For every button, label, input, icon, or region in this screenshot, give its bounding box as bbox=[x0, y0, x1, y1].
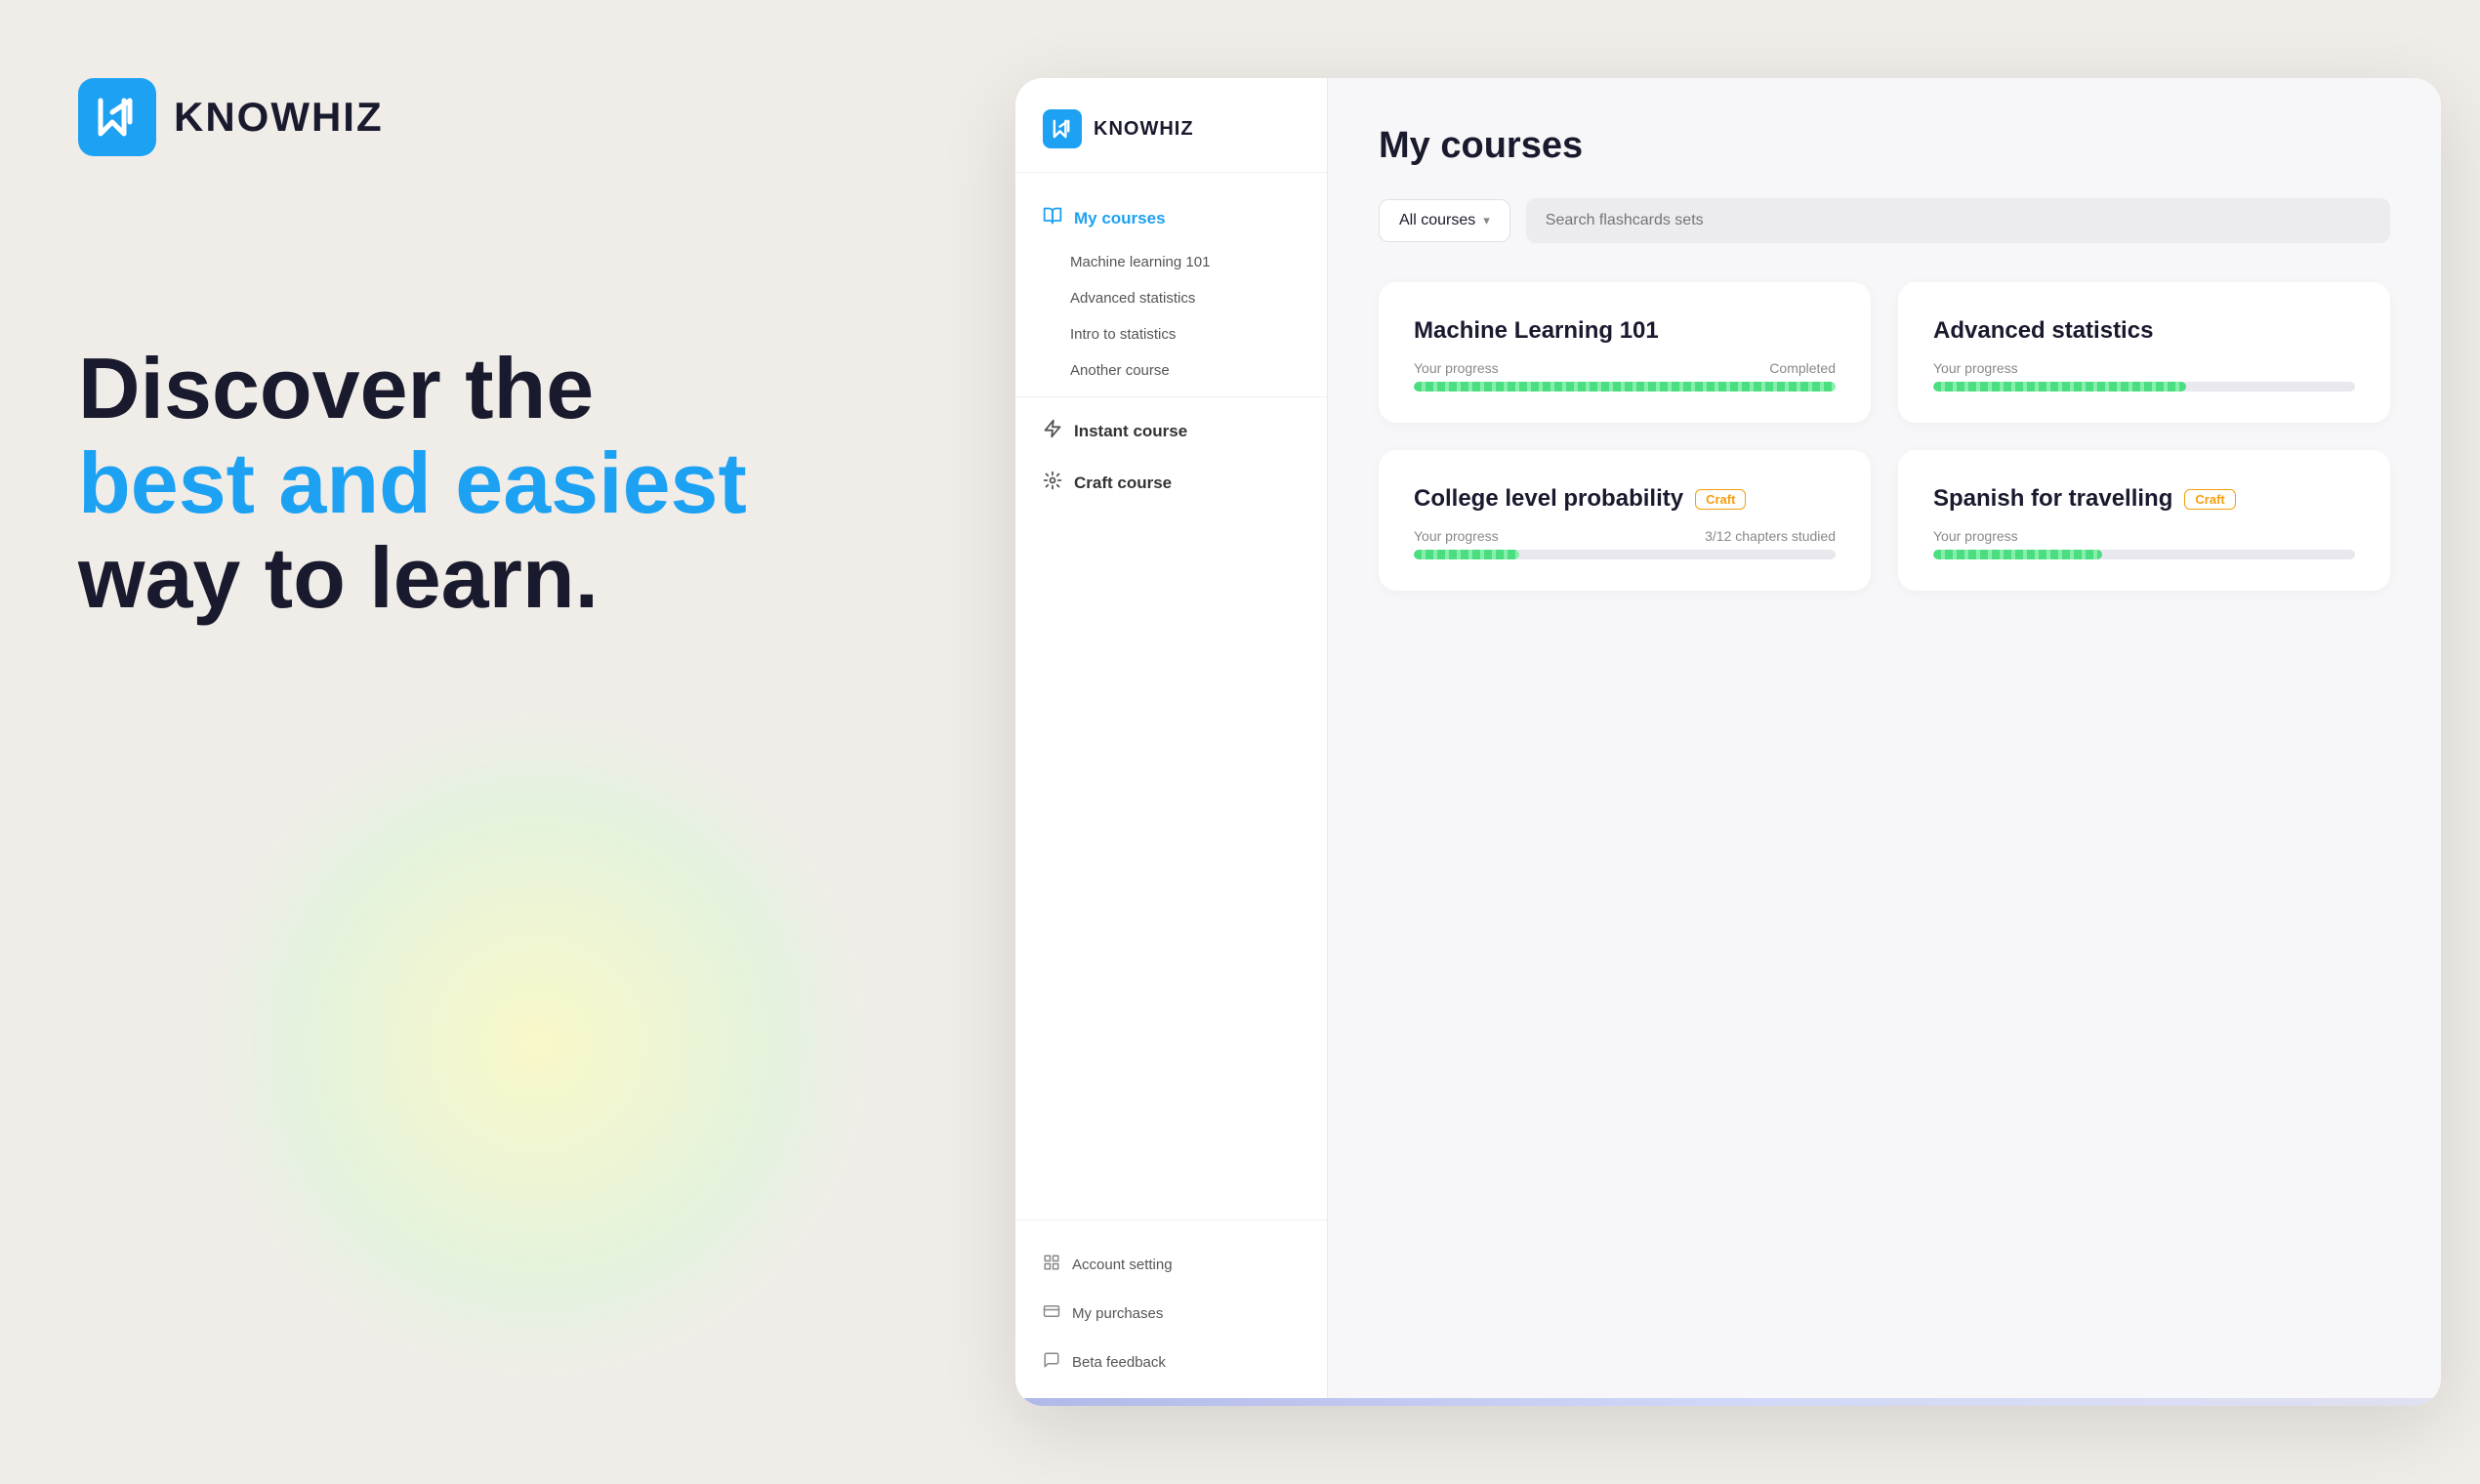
sidebar-item-my-courses[interactable]: My courses bbox=[1015, 192, 1327, 244]
course-card-adv-stats[interactable]: Advanced statistics Your progress bbox=[1898, 282, 2390, 423]
my-purchases-item[interactable]: My purchases bbox=[1015, 1289, 1327, 1338]
sidebar-item-instant-course[interactable]: Instant course bbox=[1015, 405, 1327, 457]
purchases-icon bbox=[1043, 1302, 1060, 1324]
spanish-progress-bar-fill bbox=[1933, 550, 2102, 559]
page-title: My courses bbox=[1379, 125, 2390, 167]
adv-stats-title: Advanced statistics bbox=[1933, 317, 2355, 345]
instant-course-label: Instant course bbox=[1074, 422, 1187, 441]
college-prob-craft-badge: Craft bbox=[1695, 489, 1746, 510]
chevron-down-icon: ▾ bbox=[1483, 213, 1490, 228]
book-icon bbox=[1043, 206, 1062, 230]
sidebar-sub-intro-stats[interactable]: Intro to statistics bbox=[1015, 316, 1327, 352]
bottom-gradient-bar bbox=[1015, 1398, 2441, 1406]
hero-line-3: way to learn. bbox=[78, 531, 747, 626]
hero-line-1: Discover the bbox=[78, 342, 747, 436]
course-card-ml101[interactable]: Machine Learning 101 Your progress Compl… bbox=[1379, 282, 1871, 423]
background-glow bbox=[195, 703, 879, 1386]
account-icon bbox=[1043, 1254, 1060, 1275]
sidebar-item-craft-course[interactable]: Craft course bbox=[1015, 457, 1327, 509]
bolt-icon bbox=[1043, 419, 1062, 443]
sidebar-footer: Account setting My purchases Beta fee bbox=[1015, 1219, 1327, 1406]
feedback-icon bbox=[1043, 1351, 1060, 1373]
nav-divider-1 bbox=[1015, 396, 1327, 397]
college-prob-status: 3/12 chapters studied bbox=[1705, 528, 1836, 544]
top-logo-text: KNOWHIZ bbox=[174, 94, 384, 141]
spanish-progress-bar-bg bbox=[1933, 550, 2355, 559]
account-setting-item[interactable]: Account setting bbox=[1015, 1240, 1327, 1289]
sidebar-nav: My courses Machine learning 101 Advanced… bbox=[1015, 173, 1327, 1219]
all-courses-label: All courses bbox=[1399, 212, 1475, 229]
spanish-progress-label: Your progress bbox=[1933, 528, 2355, 544]
sidebar-logo-icon bbox=[1043, 109, 1082, 148]
college-prob-progress-label: Your progress 3/12 chapters studied bbox=[1414, 528, 1836, 544]
beta-feedback-label: Beta feedback bbox=[1072, 1354, 1166, 1371]
logo-icon bbox=[78, 78, 156, 156]
sidebar: KNOWHIZ My courses Machine learning 101 … bbox=[1015, 78, 1328, 1406]
sidebar-sub-advanced-stats[interactable]: Advanced statistics bbox=[1015, 280, 1327, 316]
account-setting-label: Account setting bbox=[1072, 1257, 1173, 1273]
adv-stats-progress-bar-fill bbox=[1933, 382, 2186, 392]
course-card-college-prob[interactable]: College level probability Craft Your pro… bbox=[1379, 450, 1871, 591]
college-prob-progress-bar-fill bbox=[1414, 550, 1519, 559]
my-purchases-label: My purchases bbox=[1072, 1305, 1163, 1322]
ml101-progress-bar-bg bbox=[1414, 382, 1836, 392]
sidebar-header: KNOWHIZ bbox=[1015, 78, 1327, 173]
spanish-title: Spanish for travelling Craft bbox=[1933, 485, 2355, 513]
search-input[interactable] bbox=[1526, 198, 2390, 243]
sidebar-my-courses-label: My courses bbox=[1074, 209, 1166, 228]
hero-section: Discover the best and easiest way to lea… bbox=[78, 342, 747, 625]
course-card-spanish[interactable]: Spanish for travelling Craft Your progre… bbox=[1898, 450, 2390, 591]
spanish-craft-badge: Craft bbox=[2184, 489, 2235, 510]
ml101-progress-bar-fill bbox=[1414, 382, 1836, 392]
beta-feedback-item[interactable]: Beta feedback bbox=[1015, 1338, 1327, 1386]
craft-icon bbox=[1043, 471, 1062, 495]
sidebar-sub-machine-learning[interactable]: Machine learning 101 bbox=[1015, 244, 1327, 280]
ml101-title: Machine Learning 101 bbox=[1414, 317, 1836, 345]
app-window: KNOWHIZ My courses Machine learning 101 … bbox=[1015, 78, 2441, 1406]
sidebar-sub-another-course[interactable]: Another course bbox=[1015, 352, 1327, 389]
ml101-progress-label: Your progress Completed bbox=[1414, 360, 1836, 376]
all-courses-dropdown[interactable]: All courses ▾ bbox=[1379, 199, 1510, 242]
hero-line-2: best and easiest bbox=[78, 436, 747, 531]
adv-stats-progress-label: Your progress bbox=[1933, 360, 2355, 376]
sidebar-logo-text: KNOWHIZ bbox=[1094, 118, 1194, 141]
filter-row: All courses ▾ bbox=[1379, 198, 2390, 243]
ml101-status: Completed bbox=[1769, 360, 1836, 376]
college-prob-progress-bar-bg bbox=[1414, 550, 1836, 559]
craft-course-label: Craft course bbox=[1074, 474, 1172, 493]
courses-grid: Machine Learning 101 Your progress Compl… bbox=[1379, 282, 2390, 591]
adv-stats-progress-bar-bg bbox=[1933, 382, 2355, 392]
top-logo-area: KNOWHIZ bbox=[78, 78, 384, 156]
main-content: My courses All courses ▾ Machine Learnin… bbox=[1328, 78, 2441, 1406]
college-prob-title: College level probability Craft bbox=[1414, 485, 1836, 513]
